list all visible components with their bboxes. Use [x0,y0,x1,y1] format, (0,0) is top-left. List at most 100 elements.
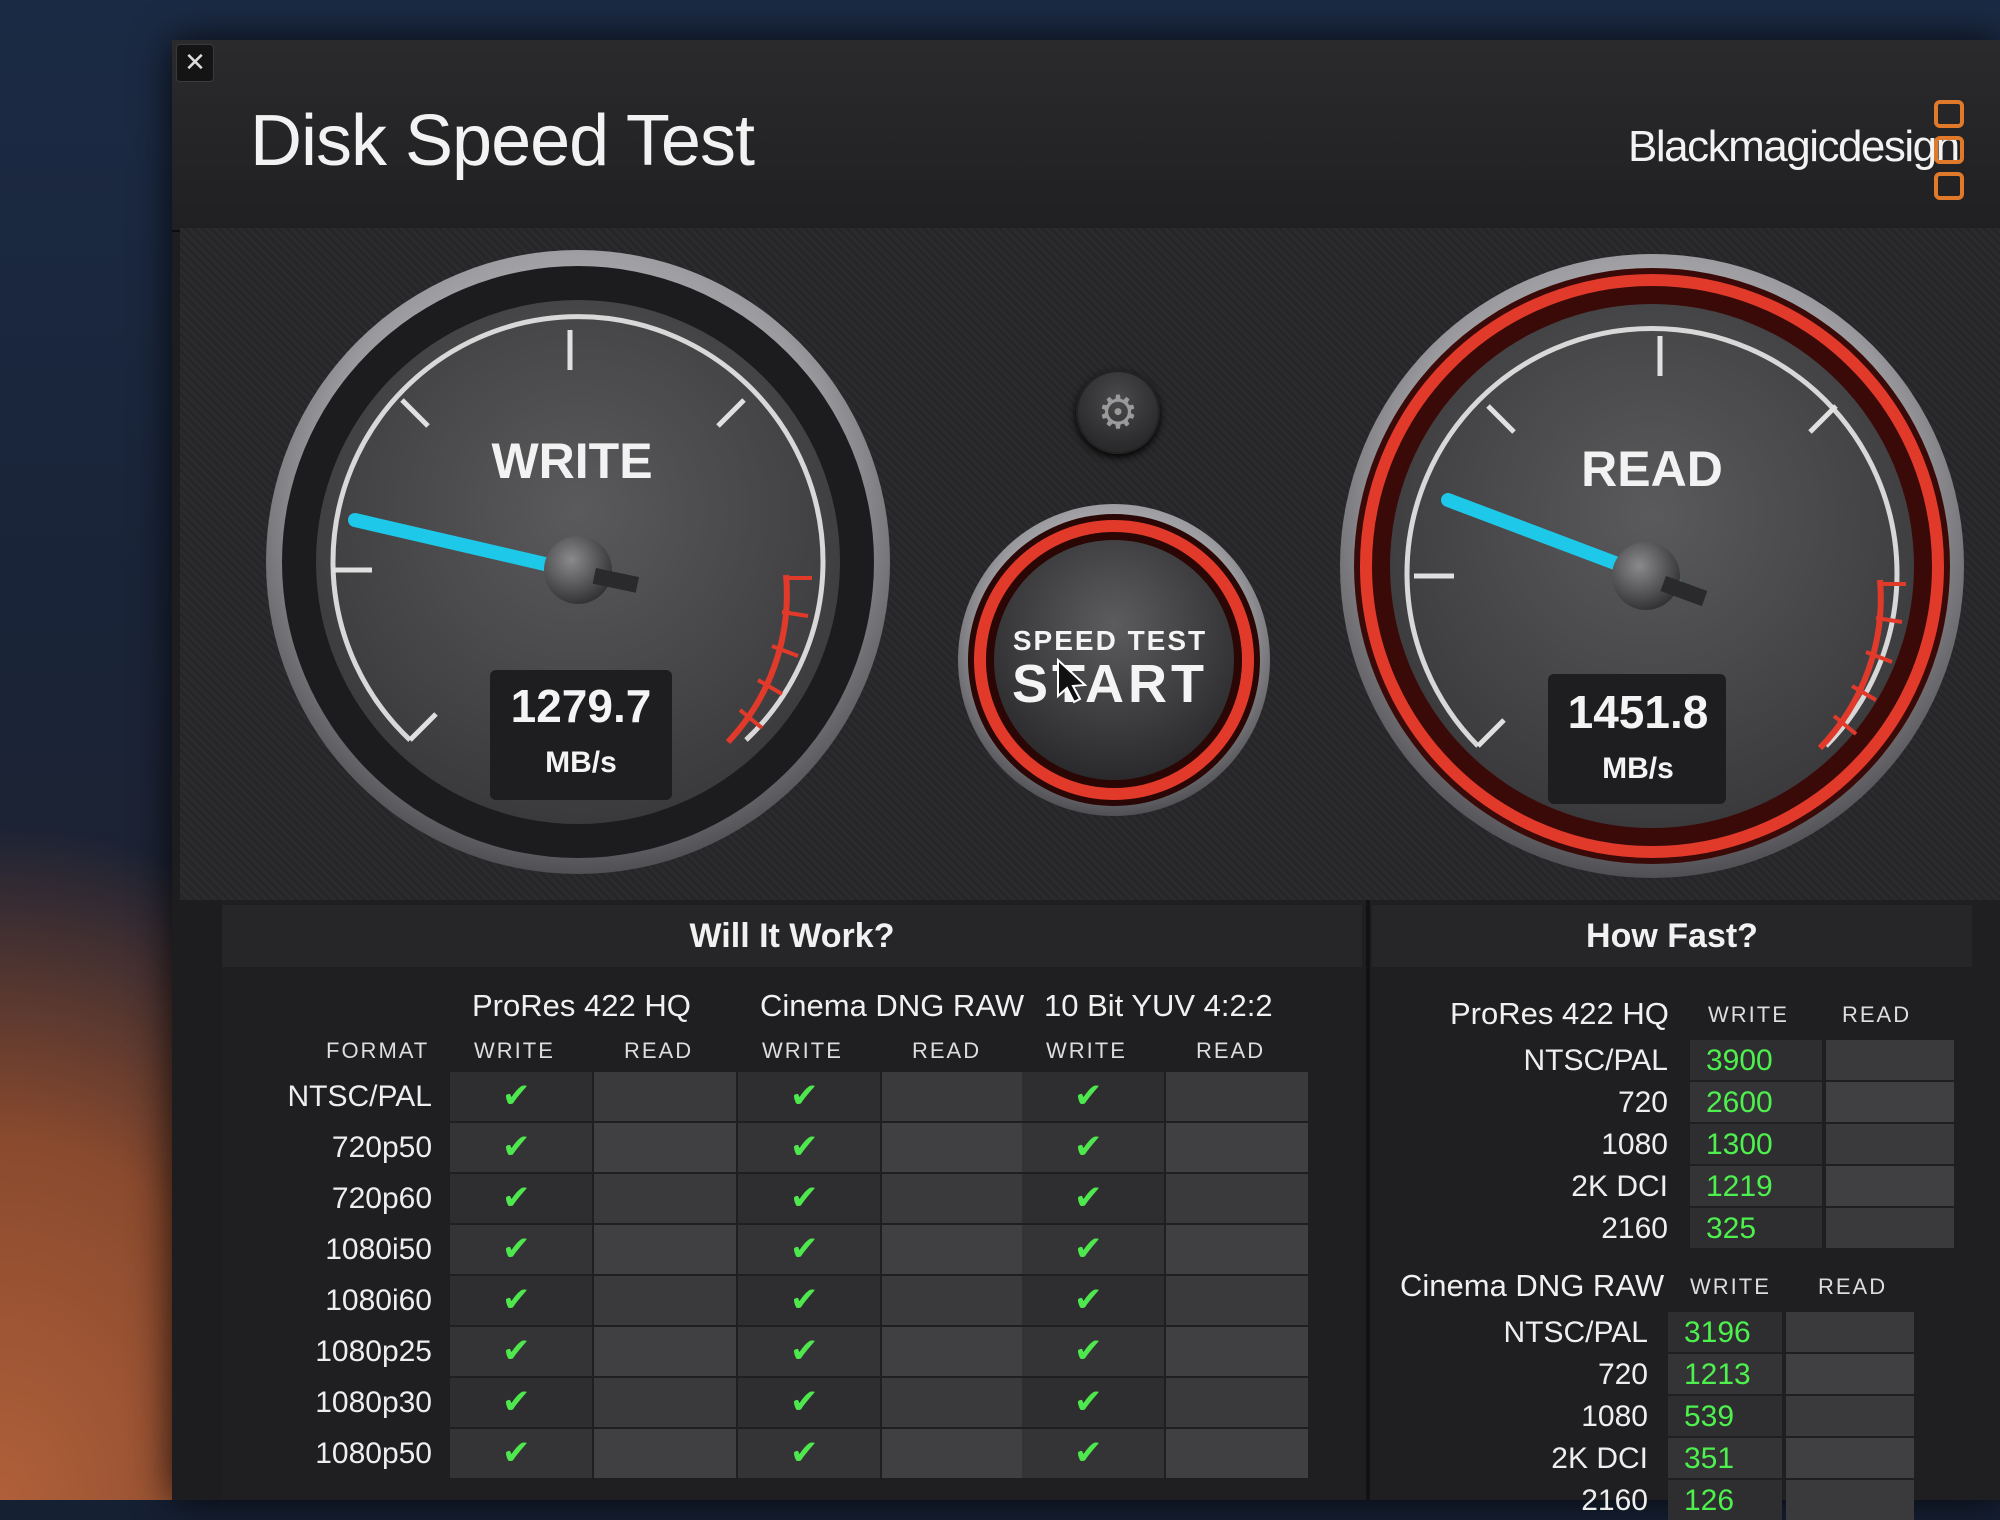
read-result-cell [882,1429,1024,1478]
read-speed-unit: MB/s [1602,752,1674,785]
read-column-header: READ [624,1038,694,1063]
checkmark-icon: ✔ [502,1331,531,1371]
read-result-cell [594,1225,736,1274]
read-result-cell [1166,1378,1308,1427]
format-row-label: 720p50 [331,1131,432,1164]
how-fast-read-cell [1826,1082,1954,1122]
how-fast-row-label: NTSC/PAL [1523,1044,1668,1077]
read-result-cell [594,1174,736,1223]
format-row-label: NTSC/PAL [287,1080,432,1113]
write-column-header: WRITE [474,1038,555,1063]
read-gauge: READ 1451.8 MB/s [1340,254,1964,878]
how-fast-codec-header: Cinema DNG RAW [1400,1268,1665,1303]
format-row-label: 1080p30 [315,1386,432,1419]
write-column-header: WRITE [1046,1038,1127,1063]
checkmark-icon: ✔ [1074,1382,1103,1422]
how-fast-read-cell [1786,1438,1914,1478]
read-result-cell [882,1378,1024,1427]
how-fast-write-value: 3196 [1684,1316,1751,1349]
settings-button[interactable]: ⚙ [1076,370,1160,454]
format-row-label: 720p60 [331,1182,432,1215]
read-result-cell [594,1429,736,1478]
format-row-label: 1080i60 [325,1284,432,1317]
checkmark-icon: ✔ [790,1229,819,1269]
panel-divider [1366,900,1370,1500]
how-fast-read-cell [1786,1480,1914,1520]
how-fast-read-header: READ [1818,1274,1888,1299]
how-fast-write-header: WRITE [1708,1002,1789,1027]
how-fast-read-cell [1786,1354,1914,1394]
checkmark-icon: ✔ [1074,1178,1103,1218]
close-icon: ✕ [184,48,206,78]
read-result-cell [1166,1327,1308,1376]
read-result-cell [594,1123,736,1172]
checkmark-icon: ✔ [790,1280,819,1320]
read-speed-value: 1451.8 [1568,686,1709,738]
will-it-work-title: Will It Work? [222,905,1362,967]
read-result-cell [882,1327,1024,1376]
how-fast-read-cell [1826,1040,1954,1080]
write-column-header: WRITE [762,1038,843,1063]
read-result-cell [594,1072,736,1121]
checkmark-icon: ✔ [502,1229,531,1269]
checkmark-icon: ✔ [790,1382,819,1422]
checkmark-icon: ✔ [790,1076,819,1116]
close-button[interactable]: ✕ [176,44,214,82]
checkmark-icon: ✔ [502,1382,531,1422]
checkmark-icon: ✔ [790,1127,819,1167]
checkmark-icon: ✔ [502,1433,531,1473]
start-button-line2: START [1012,654,1208,714]
how-fast-row-label: 1080 [1581,1400,1648,1433]
gear-icon: ⚙ [1097,385,1139,439]
how-fast-read-cell [1826,1124,1954,1164]
start-button-line1: SPEED TEST [1013,625,1207,656]
checkmark-icon: ✔ [502,1076,531,1116]
write-gauge: WRITE 1279.7 MB/s [266,250,890,874]
write-gauge-label: WRITE [491,433,652,489]
how-fast-write-value: 1213 [1684,1358,1751,1391]
checkmark-icon: ✔ [1074,1076,1103,1116]
codec-header: 10 Bit YUV 4:2:2 [1044,988,1273,1023]
how-fast-row-label: 2160 [1601,1212,1668,1245]
read-result-cell [594,1378,736,1427]
read-result-cell [594,1276,736,1325]
format-row-label: 1080p25 [315,1335,432,1368]
format-row-label: 1080p50 [315,1437,432,1470]
how-fast-write-value: 126 [1684,1484,1735,1517]
write-speed-value: 1279.7 [511,680,652,732]
checkmark-icon: ✔ [502,1178,531,1218]
start-button[interactable]: SPEED TEST START [958,504,1270,816]
how-fast-read-header: READ [1842,1002,1912,1027]
how-fast-read-cell [1786,1396,1914,1436]
how-fast-title: How Fast? [1372,905,1972,967]
read-column-header: READ [1196,1038,1266,1063]
how-fast-write-value: 3900 [1706,1044,1773,1077]
how-fast-write-value: 539 [1684,1400,1735,1433]
how-fast-row-label: 2K DCI [1571,1170,1668,1203]
how-fast-row-label: 720 [1617,1086,1668,1119]
how-fast-row-label: 720 [1597,1358,1648,1391]
checkmark-icon: ✔ [1074,1127,1103,1167]
codec-header: Cinema DNG RAW [760,988,1025,1023]
read-gauge-label: READ [1581,441,1723,497]
read-result-cell [1166,1429,1308,1478]
checkmark-icon: ✔ [502,1280,531,1320]
codec-header: ProRes 422 HQ [472,988,691,1023]
read-result-cell [882,1225,1024,1274]
how-fast-write-value: 1300 [1706,1128,1773,1161]
checkmark-icon: ✔ [1074,1229,1103,1269]
checkmark-icon: ✔ [790,1178,819,1218]
how-fast-codec-header: ProRes 422 HQ [1450,996,1669,1031]
checkmark-icon: ✔ [1074,1433,1103,1473]
checkmark-icon: ✔ [502,1127,531,1167]
read-result-cell [1166,1072,1308,1121]
read-result-cell [882,1276,1024,1325]
write-speed-unit: MB/s [545,746,617,779]
format-row-label: 1080i50 [325,1233,432,1266]
read-result-cell [882,1174,1024,1223]
format-column-header: FORMAT [326,1038,430,1063]
read-column-header: READ [912,1038,982,1063]
read-result-cell [882,1072,1024,1121]
read-result-cell [882,1123,1024,1172]
read-result-cell [1166,1123,1308,1172]
